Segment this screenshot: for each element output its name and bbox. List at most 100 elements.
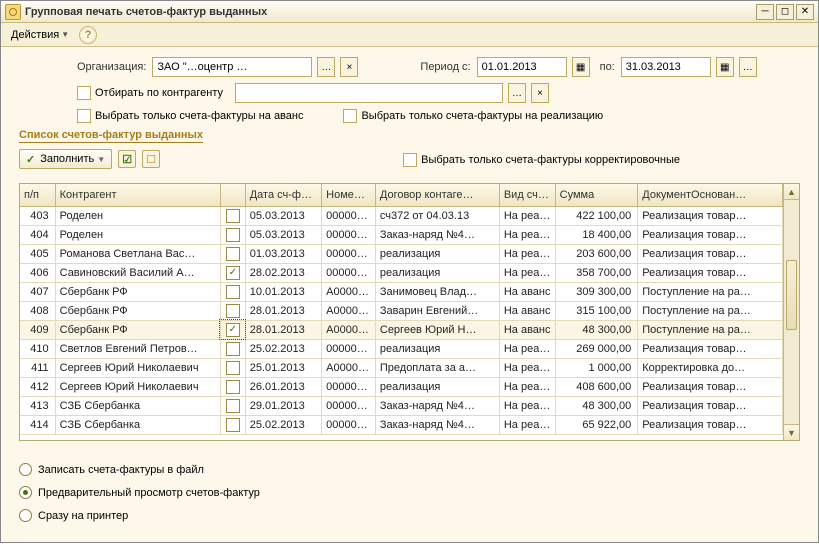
cell-np: 410 — [20, 339, 55, 358]
table-row[interactable]: 407Сбербанк РФ10.01.2013А0000…Занимовец … — [20, 282, 783, 301]
contractor-field[interactable] — [235, 83, 503, 103]
scroll-down-button[interactable]: ▼ — [784, 424, 799, 440]
row-checkbox-icon — [226, 285, 240, 299]
row-checkbox-icon — [226, 247, 240, 261]
uncheck-all-button[interactable]: ☐ — [142, 150, 160, 168]
cell-checkbox[interactable] — [220, 206, 245, 225]
cell-contr: Роделен — [55, 206, 220, 225]
table-row[interactable]: 406Савиновский Василий А…28.02.201300000… — [20, 263, 783, 282]
close-button[interactable]: ✕ — [796, 4, 814, 20]
period-to-calendar-icon[interactable]: ▦ — [716, 57, 734, 77]
scroll-up-button[interactable]: ▲ — [784, 184, 799, 200]
cell-contr: Сергеев Юрий Николаевич — [55, 377, 220, 396]
table-row[interactable]: 411Сергеев Юрий Николаевич25.01.2013А000… — [20, 358, 783, 377]
output-file-radio[interactable]: Записать счета-фактуры в файл — [19, 463, 800, 476]
table-row[interactable]: 404Роделен05.03.201300000…Заказ-наряд №4… — [20, 225, 783, 244]
cell-sum: 309 300,00 — [555, 282, 638, 301]
cell-checkbox[interactable] — [220, 244, 245, 263]
cell-checkbox[interactable] — [220, 282, 245, 301]
only-correction-checkbox[interactable]: Выбрать только счета-фактуры корректиров… — [403, 153, 680, 167]
check-all-button[interactable]: ☑ — [118, 150, 136, 168]
cell-checkbox[interactable] — [220, 263, 245, 282]
row-checkbox-icon — [226, 361, 240, 375]
cell-dog: Заказ-наряд №4… — [375, 415, 499, 434]
org-field[interactable]: ЗАО "…оцентр … — [152, 57, 312, 77]
col-date-header[interactable]: Дата сч-фа… — [245, 184, 321, 206]
cell-vid: На реа… — [499, 339, 555, 358]
only-advance-checkbox[interactable]: Выбрать только счета-фактуры на аванс — [77, 109, 303, 123]
cell-num: А0000… — [322, 320, 376, 339]
cell-dog: Заварин Евгений… — [375, 301, 499, 320]
filter-by-contractor-checkbox[interactable]: Отбирать по контрагенту — [77, 86, 223, 100]
col-np-header[interactable]: п/п — [20, 184, 55, 206]
table-row[interactable]: 413СЗБ Сбербанка29.01.201300000…Заказ-на… — [20, 396, 783, 415]
cell-contr: Сбербанк РФ — [55, 320, 220, 339]
period-from-value: 01.01.2013 — [482, 61, 537, 73]
cell-checkbox[interactable] — [220, 358, 245, 377]
actions-menu[interactable]: Действия ▼ — [5, 27, 75, 43]
contractor-clear-button[interactable]: × — [531, 83, 549, 103]
title-bar: Групповая печать счетов-фактур выданных … — [1, 1, 818, 23]
cell-sum: 408 600,00 — [555, 377, 638, 396]
cell-num: А0000… — [322, 282, 376, 301]
contractor-select-button[interactable]: … — [508, 83, 526, 103]
row-checkbox-icon — [226, 342, 240, 356]
col-contr-header[interactable]: Контрагент — [55, 184, 220, 206]
minimize-button[interactable]: ─ — [756, 4, 774, 20]
cell-contr: Сбербанк РФ — [55, 282, 220, 301]
org-clear-button[interactable]: × — [340, 57, 358, 77]
only-sale-checkbox[interactable]: Выбрать только счета-фактуры на реализац… — [343, 109, 603, 123]
scroll-track[interactable] — [784, 200, 799, 424]
table-row[interactable]: 410Светлов Евгений Петров…25.02.20130000… — [20, 339, 783, 358]
table-row[interactable]: 408Сбербанк РФ28.01.2013А0000…Заварин Ев… — [20, 301, 783, 320]
cell-date: 26.01.2013 — [245, 377, 321, 396]
table-row[interactable]: 405Романова Светлана Вас…01.03.201300000… — [20, 244, 783, 263]
vertical-scrollbar[interactable]: ▲ ▼ — [783, 184, 799, 440]
cell-dog: сч372 от 04.03.13 — [375, 206, 499, 225]
period-from-field[interactable]: 01.01.2013 — [477, 57, 567, 77]
cell-vid: На аванс — [499, 320, 555, 339]
period-picker-button[interactable]: … — [739, 57, 757, 77]
cell-checkbox[interactable] — [220, 320, 245, 339]
cell-num: 00000… — [322, 206, 376, 225]
cell-vid: На реа… — [499, 225, 555, 244]
table-row[interactable]: 409Сбербанк РФ28.01.2013А0000…Сергеев Юр… — [20, 320, 783, 339]
cell-checkbox[interactable] — [220, 377, 245, 396]
cell-num: 00000… — [322, 396, 376, 415]
period-from-calendar-icon[interactable]: ▦ — [572, 57, 590, 77]
cell-checkbox[interactable] — [220, 225, 245, 244]
filter-by-contractor-label: Отбирать по контрагенту — [95, 87, 223, 99]
col-cb-header[interactable] — [220, 184, 245, 206]
cell-contr: Сбербанк РФ — [55, 301, 220, 320]
col-num-header[interactable]: Номер… — [322, 184, 376, 206]
table-row[interactable]: 414СЗБ Сбербанка25.02.201300000…Заказ-на… — [20, 415, 783, 434]
cell-num: 00000… — [322, 415, 376, 434]
cell-sum: 203 600,00 — [555, 244, 638, 263]
cell-checkbox[interactable] — [220, 396, 245, 415]
app-icon — [5, 4, 21, 20]
org-value: ЗАО "…оцентр … — [157, 61, 247, 73]
period-to-label: по: — [600, 61, 615, 73]
fill-button[interactable]: Заполнить ▼ — [19, 149, 112, 169]
col-dog-header[interactable]: Договор контаге… — [375, 184, 499, 206]
maximize-button[interactable]: ◻ — [776, 4, 794, 20]
row-checkbox-icon — [226, 380, 240, 394]
col-sum-header[interactable]: Сумма — [555, 184, 638, 206]
col-vid-header[interactable]: Вид сче… — [499, 184, 555, 206]
radio-icon — [19, 509, 32, 522]
cell-checkbox[interactable] — [220, 339, 245, 358]
help-button[interactable]: ? — [79, 26, 97, 44]
table-row[interactable]: 412Сергеев Юрий Николаевич26.01.20130000… — [20, 377, 783, 396]
output-printer-radio[interactable]: Сразу на принтер — [19, 509, 800, 522]
cell-sum: 48 300,00 — [555, 320, 638, 339]
cell-checkbox[interactable] — [220, 301, 245, 320]
output-preview-radio[interactable]: Предварительный просмотр счетов-фактур — [19, 486, 800, 499]
scroll-thumb[interactable] — [786, 260, 797, 330]
period-to-field[interactable]: 31.03.2013 — [621, 57, 711, 77]
org-select-button[interactable]: … — [317, 57, 335, 77]
table-row[interactable]: 403Роделен05.03.201300000…сч372 от 04.03… — [20, 206, 783, 225]
cell-checkbox[interactable] — [220, 415, 245, 434]
col-doc-header[interactable]: ДокументОснован… — [638, 184, 783, 206]
cell-date: 29.01.2013 — [245, 396, 321, 415]
cell-num: 00000… — [322, 263, 376, 282]
